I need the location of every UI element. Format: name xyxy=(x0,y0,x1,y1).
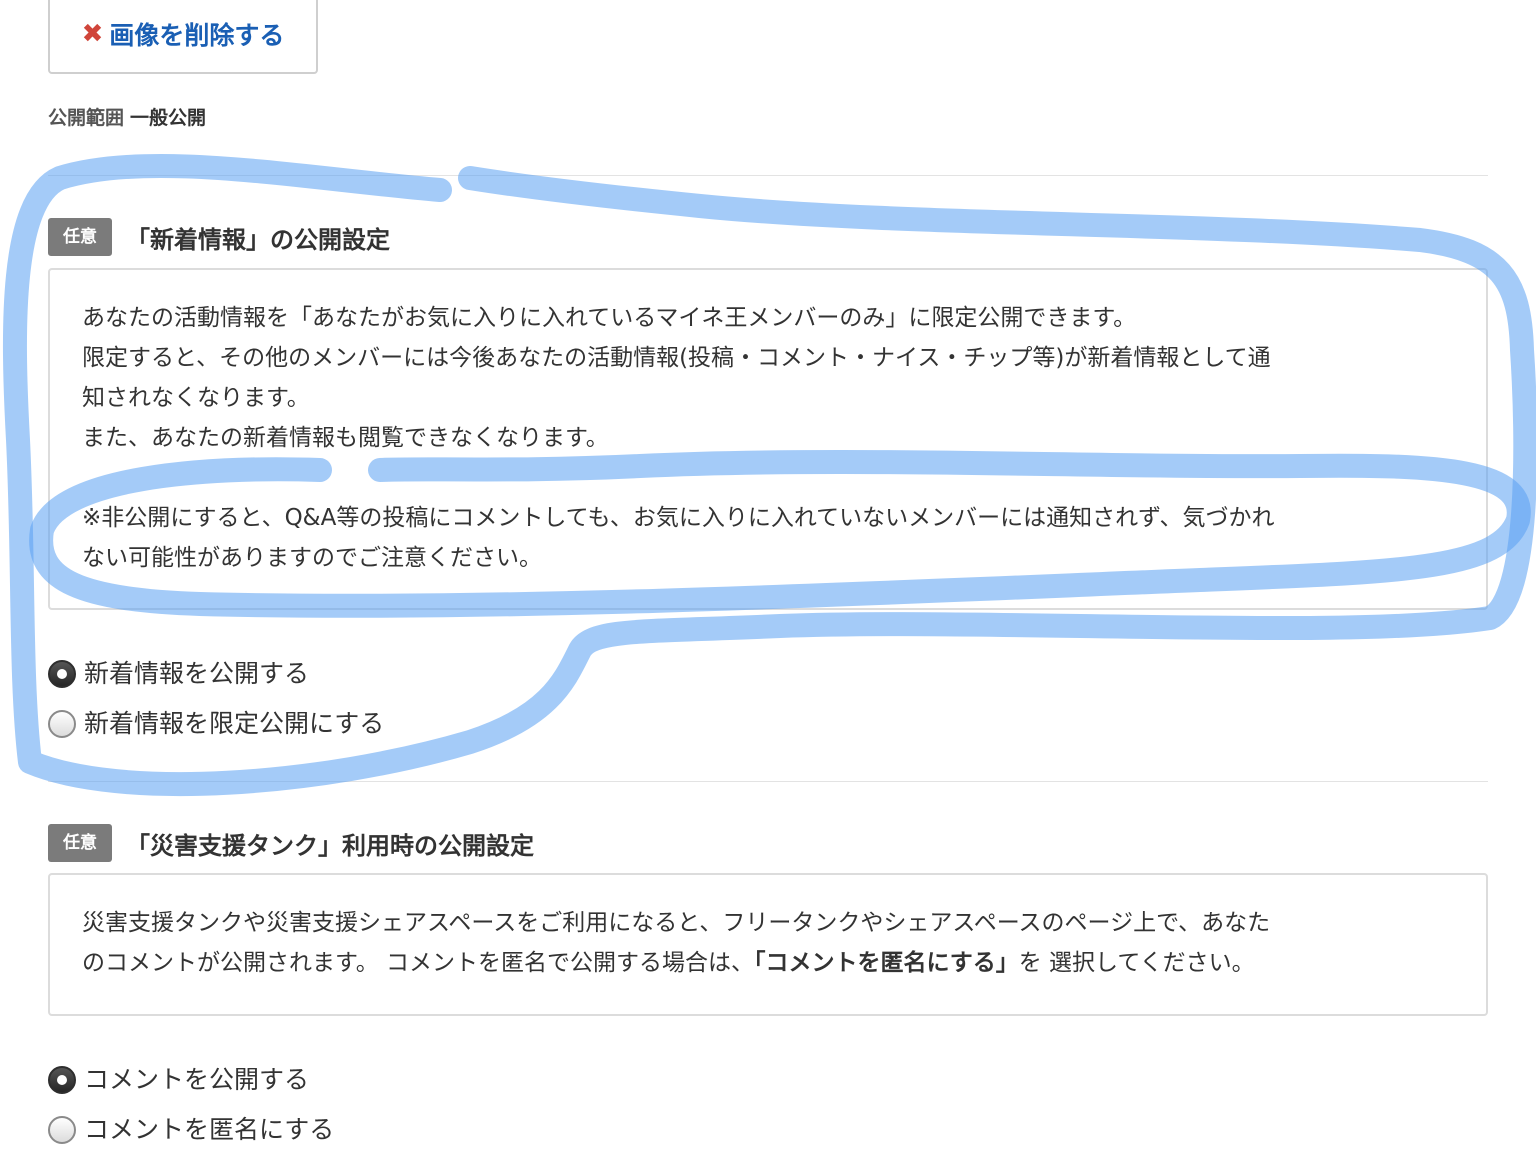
radio-comment-public[interactable]: コメントを公開する xyxy=(48,1060,309,1096)
visibility-value: 一般公開 xyxy=(130,107,207,129)
radio-button-checked[interactable] xyxy=(48,660,76,688)
section-divider xyxy=(48,781,1488,782)
radio-label: コメントを匿名にする xyxy=(84,1115,335,1144)
notice-line: ※非公開にすると、Q&A等の投稿にコメントしても、お気に入りに入れていないメンバ… xyxy=(82,505,1275,531)
delete-image-button[interactable]: ✖ 画像を削除する xyxy=(48,0,318,74)
notice-emphasis: 「コメントを匿名にする」 xyxy=(754,950,1019,976)
radio-label: 新着情報を限定公開にする xyxy=(84,709,385,738)
delete-image-label: 画像を削除する xyxy=(109,21,285,50)
optional-badge: 任意 xyxy=(48,824,112,862)
radio-news-public[interactable]: 新着情報を公開する xyxy=(48,654,309,690)
notice-line: のコメントが公開されます。 コメントを匿名で公開する場合は、「コメントを匿名にす… xyxy=(82,943,1456,983)
news-section-header: 任意 「新着情報」の公開設定 xyxy=(48,218,390,256)
radio-news-limited[interactable]: 新着情報を限定公開にする xyxy=(48,704,384,740)
visibility-setting: 公開範囲 一般公開 xyxy=(48,103,206,130)
notice-spacer xyxy=(82,458,1456,498)
notice-line: また、あなたの新着情報も閲覧できなくなります。 xyxy=(82,425,609,451)
notice-text: のコメントが公開されます。 コメントを匿名で公開する場合は、 xyxy=(82,950,755,976)
disaster-section-title: 「災害支援タンク」利用時の公開設定 xyxy=(126,831,534,860)
notice-line: ない可能性がありますのでご注意ください。 xyxy=(82,545,542,571)
radio-label: 新着情報を公開する xyxy=(84,659,310,688)
close-icon: ✖ xyxy=(81,19,104,49)
disaster-notice-box: 災害支援タンクや災害支援シェアスペースをご利用になると、フリータンクやシェアスペ… xyxy=(48,873,1488,1016)
radio-button-checked[interactable] xyxy=(48,1066,76,1094)
notice-text: を 選択してください。 xyxy=(1018,950,1255,976)
visibility-label: 公開範囲 xyxy=(48,107,125,129)
disaster-section-header: 任意 「災害支援タンク」利用時の公開設定 xyxy=(48,824,534,862)
news-section-title: 「新着情報」の公開設定 xyxy=(126,225,390,254)
notice-line: あなたの活動情報を「あなたがお気に入りに入れているマイネ王メンバーのみ」に限定公… xyxy=(82,305,1137,331)
notice-line: 災害支援タンクや災害支援シェアスペースをご利用になると、フリータンクやシェアスペ… xyxy=(82,910,1271,936)
news-notice-box: あなたの活動情報を「あなたがお気に入りに入れているマイネ王メンバーのみ」に限定公… xyxy=(48,268,1488,610)
notice-line: 知されなくなります。 xyxy=(82,385,310,411)
optional-badge: 任意 xyxy=(48,218,112,256)
radio-button[interactable] xyxy=(48,1116,76,1144)
radio-label: コメントを公開する xyxy=(84,1065,310,1094)
section-divider xyxy=(48,175,1488,176)
radio-button[interactable] xyxy=(48,710,76,738)
notice-line: 限定すると、その他のメンバーには今後あなたの活動情報(投稿・コメント・ナイス・チ… xyxy=(82,345,1271,371)
radio-comment-anonymous[interactable]: コメントを匿名にする xyxy=(48,1110,334,1146)
